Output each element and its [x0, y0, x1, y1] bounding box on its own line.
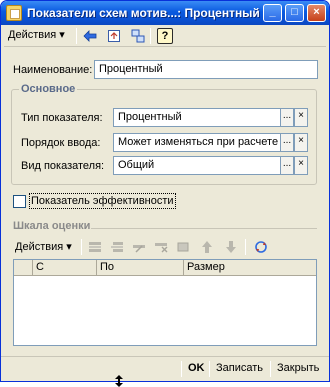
move-up-icon[interactable]	[199, 239, 215, 255]
maximize-button[interactable]: □	[285, 4, 304, 22]
name-label: Наименование:	[13, 64, 93, 76]
type-field[interactable]: Процентный	[113, 108, 281, 127]
refresh-document-icon[interactable]	[106, 28, 122, 44]
resize-cursor-icon	[114, 375, 124, 387]
dialog-footer: OK Записать Закрыть	[1, 356, 329, 381]
toolbar-separator	[81, 239, 82, 255]
title-bar[interactable]: Показатели схем мотив...: Процентный _ □…	[1, 1, 329, 25]
kind-label: Вид показателя:	[21, 160, 105, 172]
column-header-size[interactable]: Размер	[184, 260, 316, 276]
actions-menu-button[interactable]: Действия ▾	[8, 28, 65, 41]
move-down-icon[interactable]	[223, 239, 239, 255]
edit-row-icon[interactable]	[131, 239, 147, 255]
order-label: Порядок ввода:	[21, 137, 101, 149]
type-select-button[interactable]: ...	[280, 108, 294, 127]
section-divider	[91, 228, 317, 229]
scale-table[interactable]: С По Размер	[13, 259, 317, 346]
window-title: Показатели схем мотив...: Процентный	[27, 6, 260, 20]
help-icon[interactable]: ?	[157, 28, 173, 44]
app-icon	[6, 5, 22, 21]
kind-field[interactable]: Общий	[113, 156, 281, 175]
toolbar-separator	[76, 28, 77, 44]
type-clear-button[interactable]: ×	[294, 108, 308, 127]
order-clear-button[interactable]: ×	[294, 133, 308, 152]
dialog-window: Показатели схем мотив...: Процентный _ □…	[0, 0, 330, 382]
back-icon[interactable]	[82, 28, 98, 44]
table-header: С По Размер	[14, 260, 316, 276]
scale-section-title: Шкала оценки	[13, 220, 91, 232]
close-button[interactable]: Закрыть	[274, 361, 322, 375]
footer-separator	[181, 361, 182, 377]
efficiency-checkbox[interactable]	[13, 195, 26, 208]
scale-toolbar: Действия ▾	[13, 237, 317, 257]
toolbar-separator	[245, 239, 246, 255]
delete-row-icon[interactable]	[153, 239, 169, 255]
scale-actions-menu-button[interactable]: Действия ▾	[15, 240, 72, 253]
column-header-to[interactable]: По	[97, 260, 184, 276]
column-header-from[interactable]: С	[33, 260, 97, 276]
kind-clear-button[interactable]: ×	[294, 156, 308, 175]
main-group-title: Основное	[19, 83, 78, 95]
end-edit-icon[interactable]	[175, 239, 191, 255]
ok-button[interactable]: OK	[185, 361, 208, 375]
add-row-icon[interactable]	[87, 239, 103, 255]
toolbar-separator	[150, 28, 151, 44]
order-field[interactable]: Может изменяться при расчете	[113, 133, 281, 152]
name-field[interactable]: Процентный	[94, 60, 318, 79]
footer-separator	[270, 361, 271, 377]
order-select-button[interactable]: ...	[280, 133, 294, 152]
copy-row-icon[interactable]	[109, 239, 125, 255]
close-window-button[interactable]: ×	[307, 4, 326, 22]
main-toolbar: Действия ▾ ?	[4, 26, 326, 47]
sort-icon[interactable]	[253, 239, 269, 255]
row-marker-header	[14, 260, 33, 276]
footer-separator	[209, 361, 210, 377]
minimize-button[interactable]: _	[263, 4, 282, 22]
save-button[interactable]: Записать	[213, 361, 266, 375]
efficiency-checkbox-label[interactable]: Показатель эффективности	[29, 193, 176, 209]
type-label: Тип показателя:	[21, 112, 103, 124]
structure-icon[interactable]	[130, 28, 146, 44]
kind-select-button[interactable]: ...	[280, 156, 294, 175]
